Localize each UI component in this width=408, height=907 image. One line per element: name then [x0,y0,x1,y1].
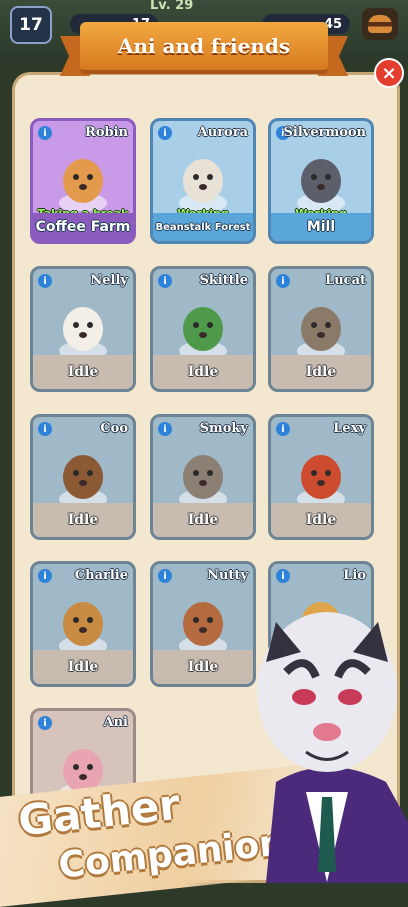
idle-status: Idle [153,650,253,684]
character-card[interactable]: iSilvermoonWorkingMill [268,118,374,244]
red-panda-portrait [297,455,345,507]
character-card[interactable]: i Ani [30,708,136,834]
dog-portrait [179,159,227,211]
character-name: Charlie [74,568,128,583]
cat-portrait [297,307,345,359]
idle-status: Idle [271,503,371,537]
info-icon[interactable]: i [38,569,52,583]
info-icon[interactable]: i [158,126,172,140]
idle-status: Idle [33,650,133,684]
character-name: Lucat [325,273,366,288]
level-label: Lv. 29 [150,0,194,13]
character-name: Lexy [333,421,366,436]
character-name: Nutty [207,568,248,583]
character-name: Skittle [199,273,248,288]
info-icon[interactable]: i [38,422,52,436]
rabbit-portrait [59,749,107,801]
character-card[interactable]: i Nelly Idle [30,266,136,392]
character-card[interactable]: i Smoky Idle [150,414,256,540]
character-name: Ani [103,715,128,730]
idle-status: Idle [33,503,133,537]
character-name: Lio [343,568,366,583]
info-icon[interactable]: i [38,126,52,140]
title-ribbon: Ani and friends [60,22,348,78]
info-icon[interactable]: i [276,569,290,583]
character-card[interactable]: i Lucat Idle [268,266,374,392]
info-icon[interactable]: i [38,716,52,730]
wolf-portrait [297,159,345,211]
work-location: Mill [271,213,371,241]
character-name: Nelly [90,273,128,288]
burger-icon[interactable] [362,8,398,40]
character-card[interactable]: i Skittle Idle [150,266,256,392]
panel-title: Ani and friends [117,34,291,58]
bird-portrait [59,602,107,654]
character-card[interactable]: i Lexy Idle [268,414,374,540]
fox-portrait [59,159,107,211]
character-card[interactable]: i Coo Idle [30,414,136,540]
squirrel-portrait [179,602,227,654]
character-name: Coo [100,421,128,436]
tiger-mascot [257,612,408,883]
close-button[interactable]: × [374,58,404,88]
info-icon[interactable]: i [158,274,172,288]
idle-status: Idle [153,355,253,389]
capybara-portrait [59,455,107,507]
character-name: Smoky [199,421,248,436]
turtle-portrait [179,307,227,359]
character-name: Robin [85,125,128,140]
work-location: Beanstalk Forest [153,213,253,241]
info-icon[interactable]: i [38,274,52,288]
idle-status: Idle [271,355,371,389]
sheep-portrait [59,307,107,359]
character-card[interactable]: i Charlie Idle [30,561,136,687]
player-level-badge[interactable]: 17 [10,6,52,44]
character-card[interactable]: iAuroraWorkingBeanstalk Forest [150,118,256,244]
info-icon[interactable]: i [276,274,290,288]
character-name: Aurora [197,125,248,140]
raccoon-portrait [179,455,227,507]
info-icon[interactable]: i [276,422,290,436]
info-icon[interactable]: i [158,569,172,583]
idle-status: Idle [33,355,133,389]
work-location: Coffee Farm [33,213,133,241]
character-card[interactable]: i Nutty Idle [150,561,256,687]
info-icon[interactable]: i [158,422,172,436]
character-name: Silvermoon [283,125,367,140]
idle-status: Idle [153,503,253,537]
character-card[interactable]: iRobinTaking a breakCoffee Farm [30,118,136,244]
